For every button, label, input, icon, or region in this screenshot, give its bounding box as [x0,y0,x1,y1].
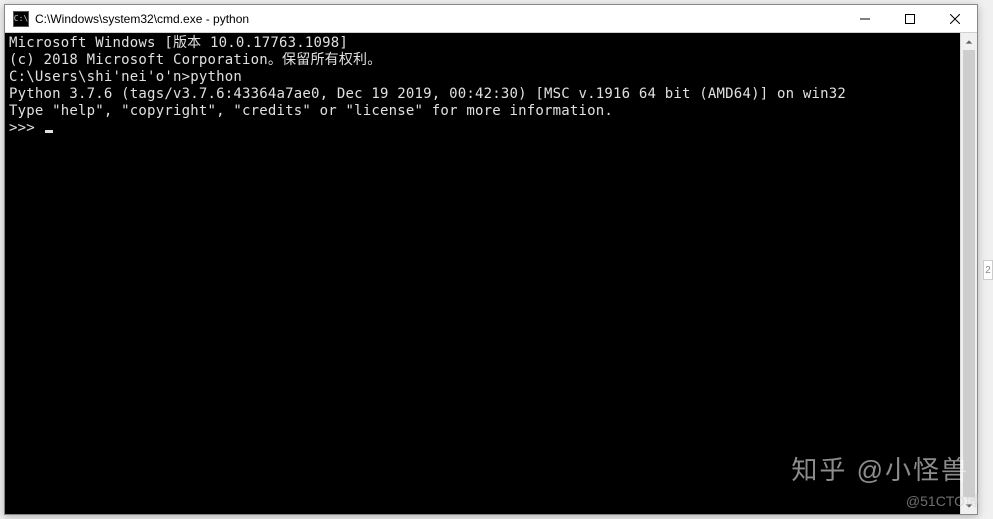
terminal-line: (c) 2018 Microsoft Corporation。保留所有权利。 [9,52,956,69]
cmd-icon: C:\ [13,11,29,27]
edge-marker: 2 [983,260,993,280]
scrollbar-thumb[interactable] [963,50,975,497]
minimize-icon [860,14,870,24]
terminal-line: >>> [9,120,956,137]
scrollbar-track[interactable] [961,50,977,497]
maximize-button[interactable] [887,5,932,33]
client-area: Microsoft Windows [版本 10.0.17763.1098](c… [5,33,977,514]
chevron-down-icon [965,502,973,510]
terminal-cursor [45,130,53,133]
cmd-window: C:\ C:\Windows\system32\cmd.exe - python… [4,4,978,515]
maximize-icon [905,14,915,24]
window-controls [842,5,977,32]
titlebar[interactable]: C:\ C:\Windows\system32\cmd.exe - python [5,5,977,33]
window-title: C:\Windows\system32\cmd.exe - python [35,12,842,26]
vertical-scrollbar[interactable] [960,33,977,514]
terminal-line: Type "help", "copyright", "credits" or "… [9,103,956,120]
chevron-up-icon [965,38,973,46]
close-button[interactable] [932,5,977,33]
scroll-down-button[interactable] [961,497,977,514]
terminal-line: Python 3.7.6 (tags/v3.7.6:43364a7ae0, De… [9,86,956,103]
terminal-line: C:\Users\shi'nei'o'n>python [9,69,956,86]
terminal-output[interactable]: Microsoft Windows [版本 10.0.17763.1098](c… [5,33,960,514]
terminal-line: Microsoft Windows [版本 10.0.17763.1098] [9,35,956,52]
minimize-button[interactable] [842,5,887,33]
close-icon [950,14,960,24]
scroll-up-button[interactable] [961,33,977,50]
